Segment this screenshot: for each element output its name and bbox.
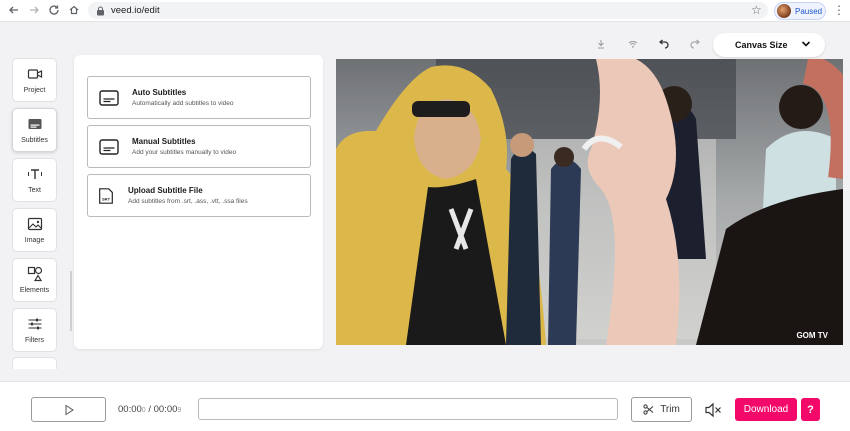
reload-icon[interactable] [46, 2, 62, 18]
shapes-icon [27, 266, 42, 282]
bookmark-star-icon[interactable]: ☆ [751, 3, 762, 17]
url-text: veed.io/edit [111, 5, 160, 16]
sidebar-item-label: Project [23, 87, 46, 94]
time-separator: / [148, 404, 151, 415]
wifi-icon[interactable] [626, 37, 640, 51]
video-frame-image: GOM TV [336, 59, 843, 345]
sidebar-item-label: Subtitles [21, 137, 48, 144]
download-label: Download [743, 404, 789, 415]
sidebar-item-text[interactable]: Text [12, 158, 57, 202]
option-description: Add subtitles from .srt, .ass, .vtt, .ss… [128, 198, 248, 205]
scissors-icon [643, 404, 654, 415]
upload-subtitle-file-option[interactable]: SRT Upload Subtitle File Add subtitles f… [87, 174, 311, 217]
download-button[interactable]: Download [735, 398, 797, 421]
trim-button[interactable]: Trim [631, 397, 692, 422]
video-preview[interactable]: GOM TV [336, 59, 843, 345]
current-time: 00:00 [118, 404, 142, 415]
auto-subtitles-option[interactable]: Auto Subtitles Automatically add subtitl… [87, 76, 311, 119]
trim-label: Trim [660, 404, 680, 415]
sidebar-item-label: Text [28, 187, 41, 194]
option-description: Automatically add subtitles to video [132, 100, 234, 107]
mute-button[interactable] [704, 402, 722, 418]
text-icon [27, 169, 42, 179]
help-label: ? [807, 403, 814, 416]
option-title: Upload Subtitle File [128, 186, 203, 195]
player-bar: 00:000 / 00:009 Trim Download ? [0, 381, 850, 431]
avatar [777, 4, 791, 18]
canvas-size-label: Canvas Size [735, 40, 788, 50]
subtitles-icon [28, 119, 41, 129]
option-title: Manual Subtitles [132, 137, 196, 146]
sidebar-item-elements[interactable]: Elements [12, 258, 57, 302]
undo-icon[interactable] [656, 37, 670, 51]
svg-text:SRT: SRT [102, 197, 111, 202]
profile-status: Paused [795, 6, 823, 16]
subtitles-panel: Auto Subtitles Automatically add subtitl… [70, 55, 323, 349]
manual-subtitles-option[interactable]: Manual Subtitles Add your subtitles manu… [87, 125, 311, 168]
sidebar-item-label: Elements [19, 287, 50, 294]
chevron-down-icon [801, 41, 811, 47]
video-camera-icon [27, 69, 42, 79]
more-menu-icon[interactable]: ⋮ [833, 3, 845, 17]
srt-file-icon: SRT [99, 188, 113, 204]
total-time-fraction: 9 [177, 407, 182, 414]
sidebar-item-project[interactable]: Project [12, 58, 57, 102]
subtitle-box-icon [99, 90, 119, 106]
subtitle-box-icon [99, 139, 119, 155]
timeline-track[interactable] [198, 398, 618, 420]
scrollbar[interactable] [70, 271, 72, 331]
sidebar-item-image[interactable]: Image [12, 208, 57, 252]
sliders-icon [28, 318, 41, 330]
editor-workspace: Canvas Size Project Subtitles Text Image… [0, 22, 850, 381]
sidebar-item-subtitles[interactable]: Subtitles [12, 108, 57, 152]
option-title: Auto Subtitles [132, 88, 187, 97]
sidebar-item-filters[interactable]: Filters [12, 308, 57, 352]
current-time-fraction: 0 [141, 407, 146, 414]
forward-arrow-icon[interactable] [26, 2, 42, 18]
help-button[interactable]: ? [801, 398, 820, 421]
sidebar-item-label: Image [24, 237, 45, 244]
redo-icon[interactable] [688, 37, 702, 51]
address-bar[interactable]: veed.io/edit [88, 2, 768, 19]
browser-toolbar: veed.io/edit ☆ Paused ⋮ [0, 0, 850, 22]
speaker-muted-icon [705, 402, 721, 418]
home-icon[interactable] [66, 2, 82, 18]
play-button[interactable] [31, 397, 106, 422]
play-icon [65, 404, 74, 415]
back-arrow-icon[interactable] [6, 2, 22, 18]
sidebar-item-label: Filters [24, 337, 45, 344]
download-arrow-icon[interactable] [594, 37, 608, 51]
total-time: 00:00 [153, 404, 178, 415]
watermark-text: GOM TV [796, 331, 828, 340]
sidebar-item-more[interactable] [12, 357, 57, 369]
canvas-size-dropdown[interactable]: Canvas Size [713, 33, 825, 57]
profile-button[interactable]: Paused [774, 2, 826, 20]
playback-time: 00:000 / 00:009 [118, 404, 181, 415]
image-icon [27, 217, 42, 231]
option-description: Add your subtitles manually to video [132, 149, 237, 156]
lock-icon [97, 6, 104, 15]
